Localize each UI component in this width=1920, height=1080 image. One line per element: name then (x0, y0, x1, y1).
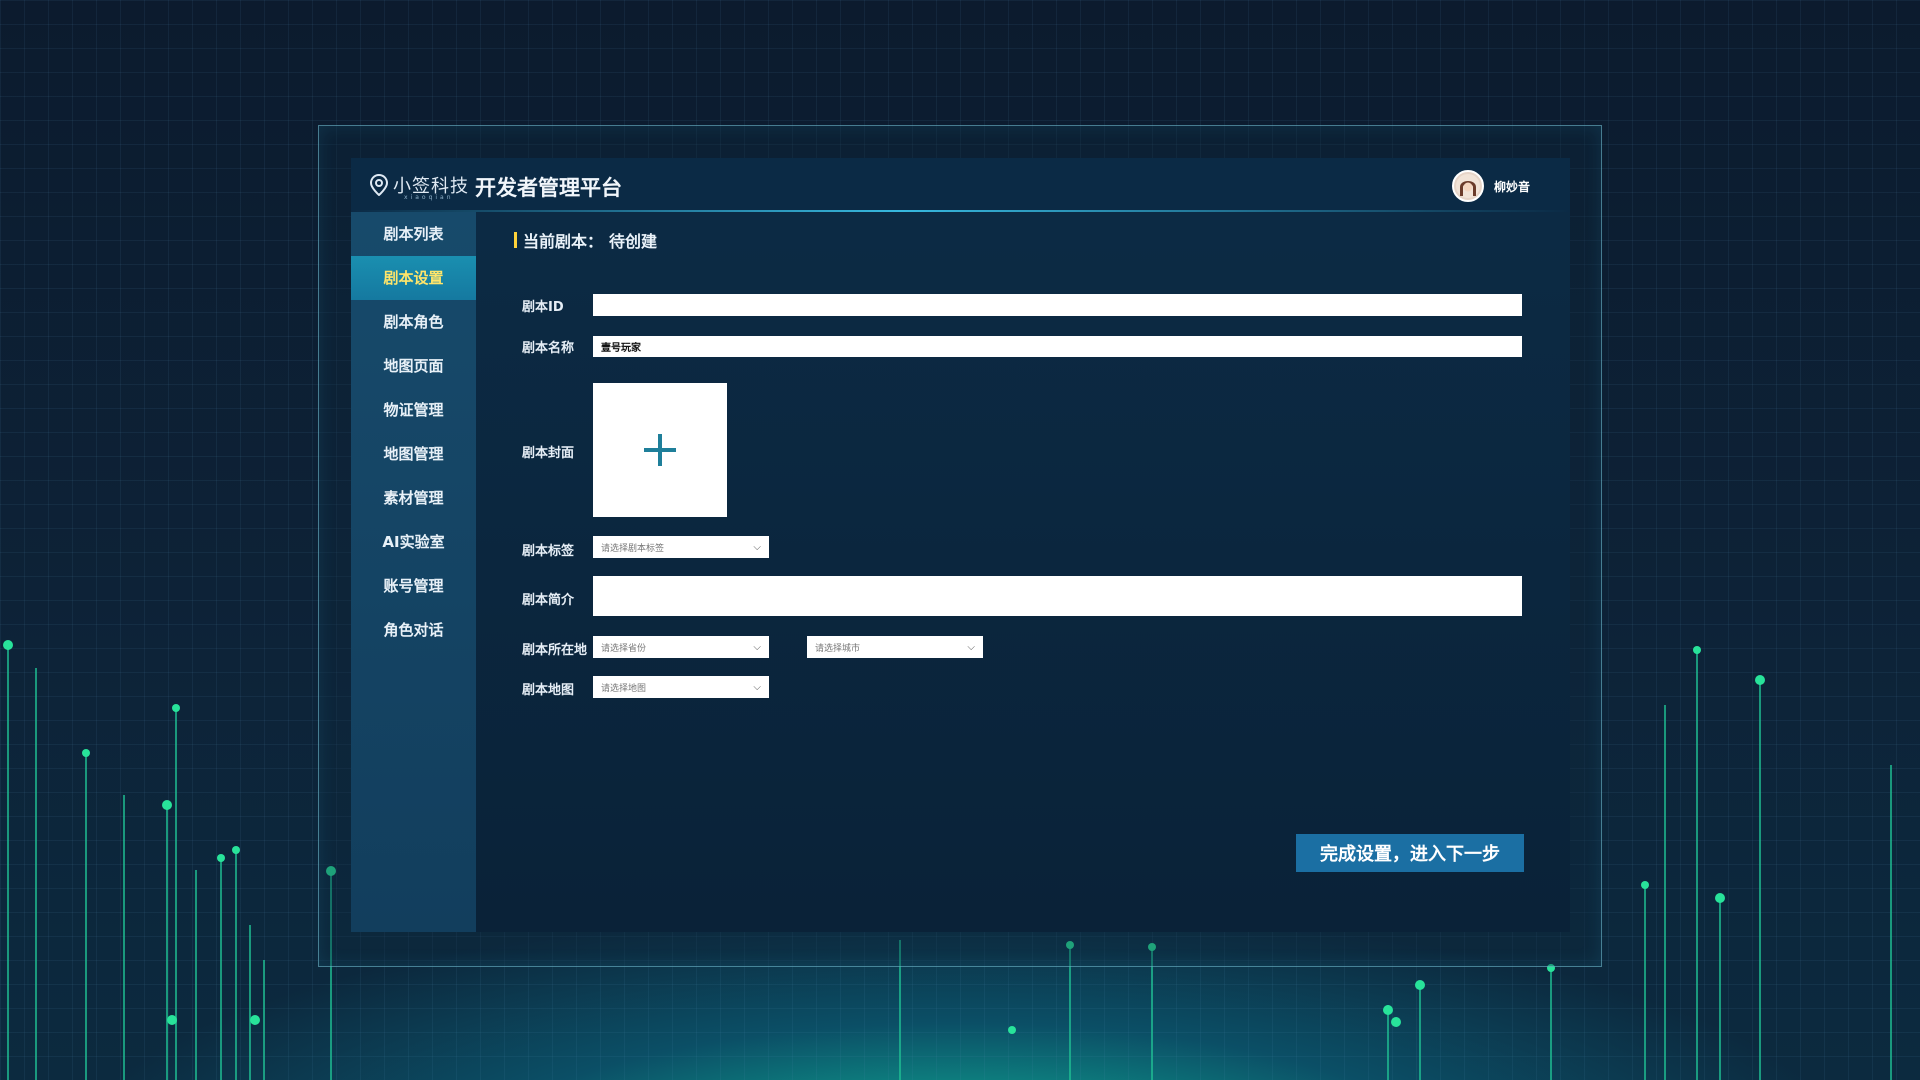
script-intro-label: 剧本简介 (522, 593, 575, 608)
sidebar-item-map-pages[interactable]: 地图页面 (351, 344, 476, 388)
main-content: 当前剧本： 待创建 剧本ID 剧本名称 剧本封面 剧本标签 请选择剧本标签 ⌵ … (476, 212, 1570, 932)
script-tag-label: 剧本标签 (522, 544, 575, 559)
chevron-down-icon: ⌵ (753, 541, 761, 553)
city-select[interactable]: 请选择城市 ⌵ (807, 636, 983, 658)
logo: 小签科技 xiaoqian (369, 172, 469, 201)
sidebar-item-evidence-management[interactable]: 物证管理 (351, 388, 476, 432)
city-placeholder: 请选择城市 (815, 643, 861, 654)
cover-upload-button[interactable] (593, 383, 727, 517)
complete-next-button[interactable]: 完成设置，进入下一步 (1296, 834, 1524, 872)
avatar[interactable] (1451, 170, 1484, 202)
sidebar-item-role-dialogue[interactable]: 角色对话 (351, 608, 476, 652)
current-script: 当前剧本： 待创建 (514, 228, 657, 252)
script-intro-input[interactable] (593, 576, 1522, 616)
province-select[interactable]: 请选择省份 ⌵ (593, 636, 769, 658)
sidebar-item-asset-management[interactable]: 素材管理 (351, 476, 476, 520)
current-script-value: 待创建 (609, 232, 658, 251)
chevron-down-icon: ⌵ (753, 641, 761, 653)
user-profile[interactable]: 柳妙音 (1451, 170, 1530, 202)
location-pin-icon (369, 174, 389, 196)
script-name-input[interactable] (593, 336, 1522, 357)
map-placeholder: 请选择地图 (601, 683, 647, 694)
sidebar-item-script-settings[interactable]: 剧本设置 (351, 256, 476, 300)
script-location-label: 剧本所在地 (522, 643, 588, 658)
sidebar-item-ai-lab[interactable]: AI实验室 (351, 520, 476, 564)
logo-subtext: xiaoqian (404, 194, 454, 201)
app-window: 小签科技 xiaoqian 开发者管理平台 柳妙音 剧本列表 剧本设置 剧本角色… (351, 158, 1570, 932)
script-map-label: 剧本地图 (522, 683, 575, 698)
script-name-label: 剧本名称 (522, 341, 575, 356)
province-placeholder: 请选择省份 (601, 643, 647, 654)
sidebar-item-script-list[interactable]: 剧本列表 (351, 212, 476, 256)
script-id-label: 剧本ID (522, 300, 564, 315)
avatar-person-icon (1455, 174, 1480, 198)
sidebar-item-map-management[interactable]: 地图管理 (351, 432, 476, 476)
chevron-down-icon: ⌵ (753, 681, 761, 693)
script-tag-select[interactable]: 请选择剧本标签 ⌵ (593, 536, 769, 558)
sidebar-item-script-roles[interactable]: 剧本角色 (351, 300, 476, 344)
current-script-label: 当前剧本： (523, 232, 604, 251)
plus-icon (644, 434, 676, 466)
chevron-down-icon: ⌵ (967, 641, 975, 653)
app-title: 开发者管理平台 (475, 176, 622, 200)
map-select[interactable]: 请选择地图 ⌵ (593, 676, 769, 698)
script-cover-label: 剧本封面 (522, 446, 575, 461)
sidebar: 剧本列表 剧本设置 剧本角色 地图页面 物证管理 地图管理 素材管理 AI实验室… (351, 212, 476, 932)
sidebar-item-account-management[interactable]: 账号管理 (351, 564, 476, 608)
script-tag-placeholder: 请选择剧本标签 (601, 543, 665, 554)
section-marker (514, 232, 517, 248)
script-id-input[interactable] (593, 294, 1522, 316)
top-bar: 小签科技 xiaoqian 开发者管理平台 柳妙音 (351, 158, 1570, 212)
user-name: 柳妙音 (1493, 179, 1530, 194)
